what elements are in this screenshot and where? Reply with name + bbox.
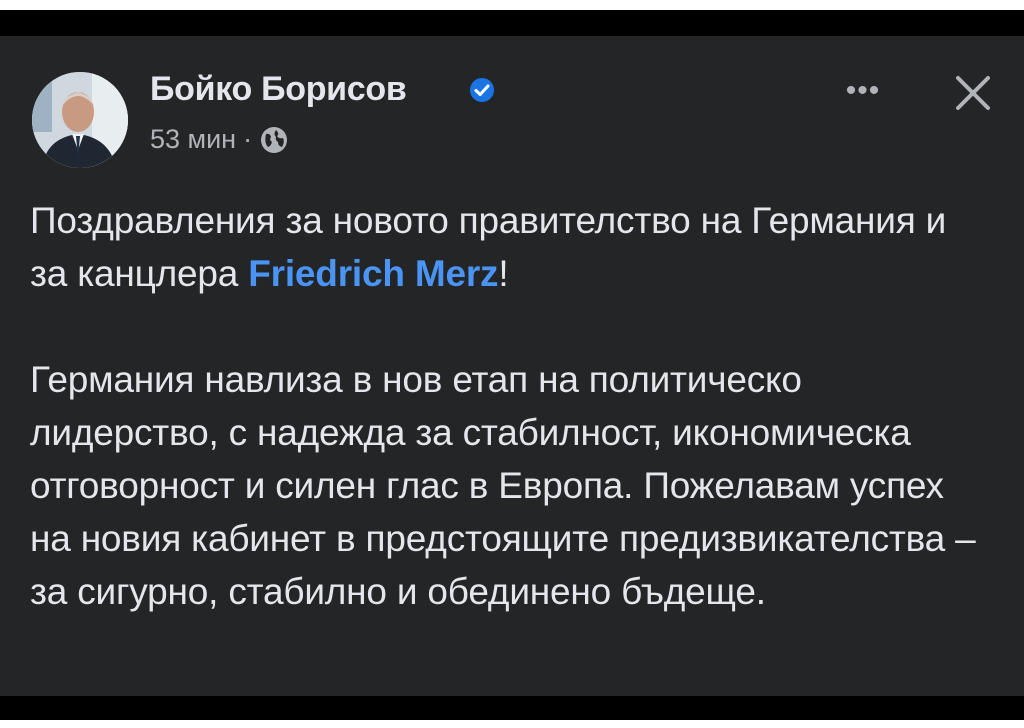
author-name[interactable]: Бойко Борисов	[150, 70, 407, 109]
meta-separator: ·	[243, 124, 253, 154]
close-icon[interactable]	[950, 70, 996, 116]
more-options-icon[interactable]: •••	[838, 76, 888, 106]
post-paragraph-1: Поздравления за новото правителство на Г…	[30, 194, 990, 300]
globe-icon[interactable]	[259, 125, 289, 155]
post-paragraph-2: Германия навлиза в нов етап на политичес…	[30, 359, 976, 612]
avatar[interactable]	[32, 72, 128, 168]
facebook-post: Бойко Борисов 53 мин · ••• Поздравления …	[0, 36, 1024, 696]
mention-link[interactable]: Friedrich Merz	[248, 253, 498, 294]
post-paragraph-1-end: !	[498, 253, 509, 294]
post-meta: 53 мин ·	[150, 124, 289, 155]
screenshot-frame: Бойко Борисов 53 мин · ••• Поздравления …	[0, 10, 1024, 720]
verified-badge-icon	[470, 78, 494, 102]
avatar-image	[32, 72, 128, 168]
top-black-bar	[0, 10, 1024, 36]
bottom-black-bar	[0, 696, 1024, 720]
timestamp[interactable]: 53 мин	[150, 124, 236, 155]
post-text: Поздравления за новото правителство на Г…	[30, 194, 990, 618]
